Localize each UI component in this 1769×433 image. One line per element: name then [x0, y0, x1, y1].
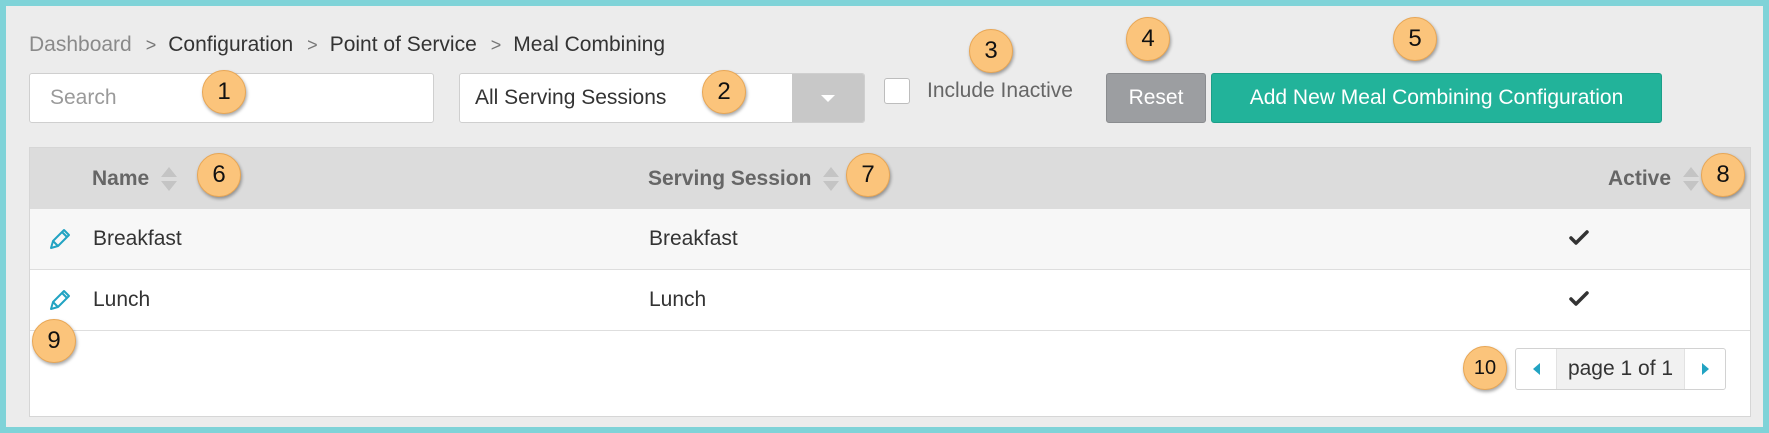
callout-10: 10 [1463, 346, 1507, 390]
include-inactive-toggle[interactable]: Include Inactive [884, 76, 1073, 106]
checkmark-icon [1569, 291, 1589, 306]
cell-serving-session: Breakfast [649, 227, 738, 250]
breadcrumb-separator: > [145, 34, 157, 55]
add-new-meal-combining-button[interactable]: Add New Meal Combining Configuration [1211, 73, 1662, 123]
chevron-right-icon [1701, 363, 1709, 375]
serving-session-select[interactable]: All Serving Sessions [459, 73, 865, 123]
next-page-button[interactable] [1685, 349, 1725, 389]
table-header: Name Serving Session Active [30, 148, 1750, 209]
callout-6: 6 [197, 153, 241, 197]
checkmark-icon [1569, 230, 1589, 245]
app-frame: Dashboard > Configuration > Point of Ser… [0, 0, 1769, 433]
reset-button[interactable]: Reset [1106, 73, 1206, 123]
breadcrumb-separator: > [307, 34, 318, 55]
column-header-serving-session[interactable]: Serving Session [648, 148, 840, 209]
breadcrumb-separator: > [490, 34, 502, 55]
chevron-down-icon [821, 94, 835, 102]
column-header-label: Active [1608, 166, 1672, 190]
breadcrumb-configuration[interactable]: Configuration [168, 33, 293, 57]
callout-3: 3 [969, 29, 1013, 73]
breadcrumb-meal-combining: Meal Combining [513, 33, 666, 56]
callout-7: 7 [846, 153, 890, 197]
callout-9: 9 [32, 319, 76, 363]
pencil-icon[interactable] [47, 287, 73, 313]
page-indicator: page 1 of 1 [1556, 349, 1685, 389]
select-toggle[interactable] [792, 74, 864, 122]
breadcrumb: Dashboard > Configuration > Point of Ser… [29, 30, 665, 60]
callout-2: 2 [702, 70, 746, 114]
pencil-icon[interactable] [47, 226, 73, 252]
sort-icon[interactable] [823, 166, 840, 192]
chevron-left-icon [1532, 363, 1540, 375]
column-header-label: Name [92, 166, 150, 190]
callout-8: 8 [1701, 153, 1745, 197]
callout-5: 5 [1393, 17, 1437, 61]
table-row: Breakfast Breakfast [30, 209, 1750, 270]
include-inactive-label: Include Inactive [927, 79, 1073, 102]
breadcrumb-point-of-service[interactable]: Point of Service [330, 33, 477, 57]
prev-page-button[interactable] [1516, 349, 1556, 389]
breadcrumb-dashboard[interactable]: Dashboard [29, 33, 132, 57]
table-row: Lunch Lunch [30, 270, 1750, 331]
sort-icon[interactable] [161, 166, 178, 192]
cell-serving-session: Lunch [649, 288, 707, 311]
callout-1: 1 [202, 70, 246, 114]
sort-icon[interactable] [1683, 166, 1700, 192]
cell-name: Lunch [93, 288, 151, 311]
include-inactive-checkbox[interactable] [884, 78, 910, 104]
column-header-label: Serving Session [648, 166, 812, 190]
cell-name: Breakfast [93, 227, 182, 250]
column-header-name[interactable]: Name [92, 148, 178, 209]
pagination: page 1 of 1 [1515, 348, 1726, 390]
callout-4: 4 [1126, 17, 1170, 61]
column-header-active[interactable]: Active [1608, 148, 1700, 209]
